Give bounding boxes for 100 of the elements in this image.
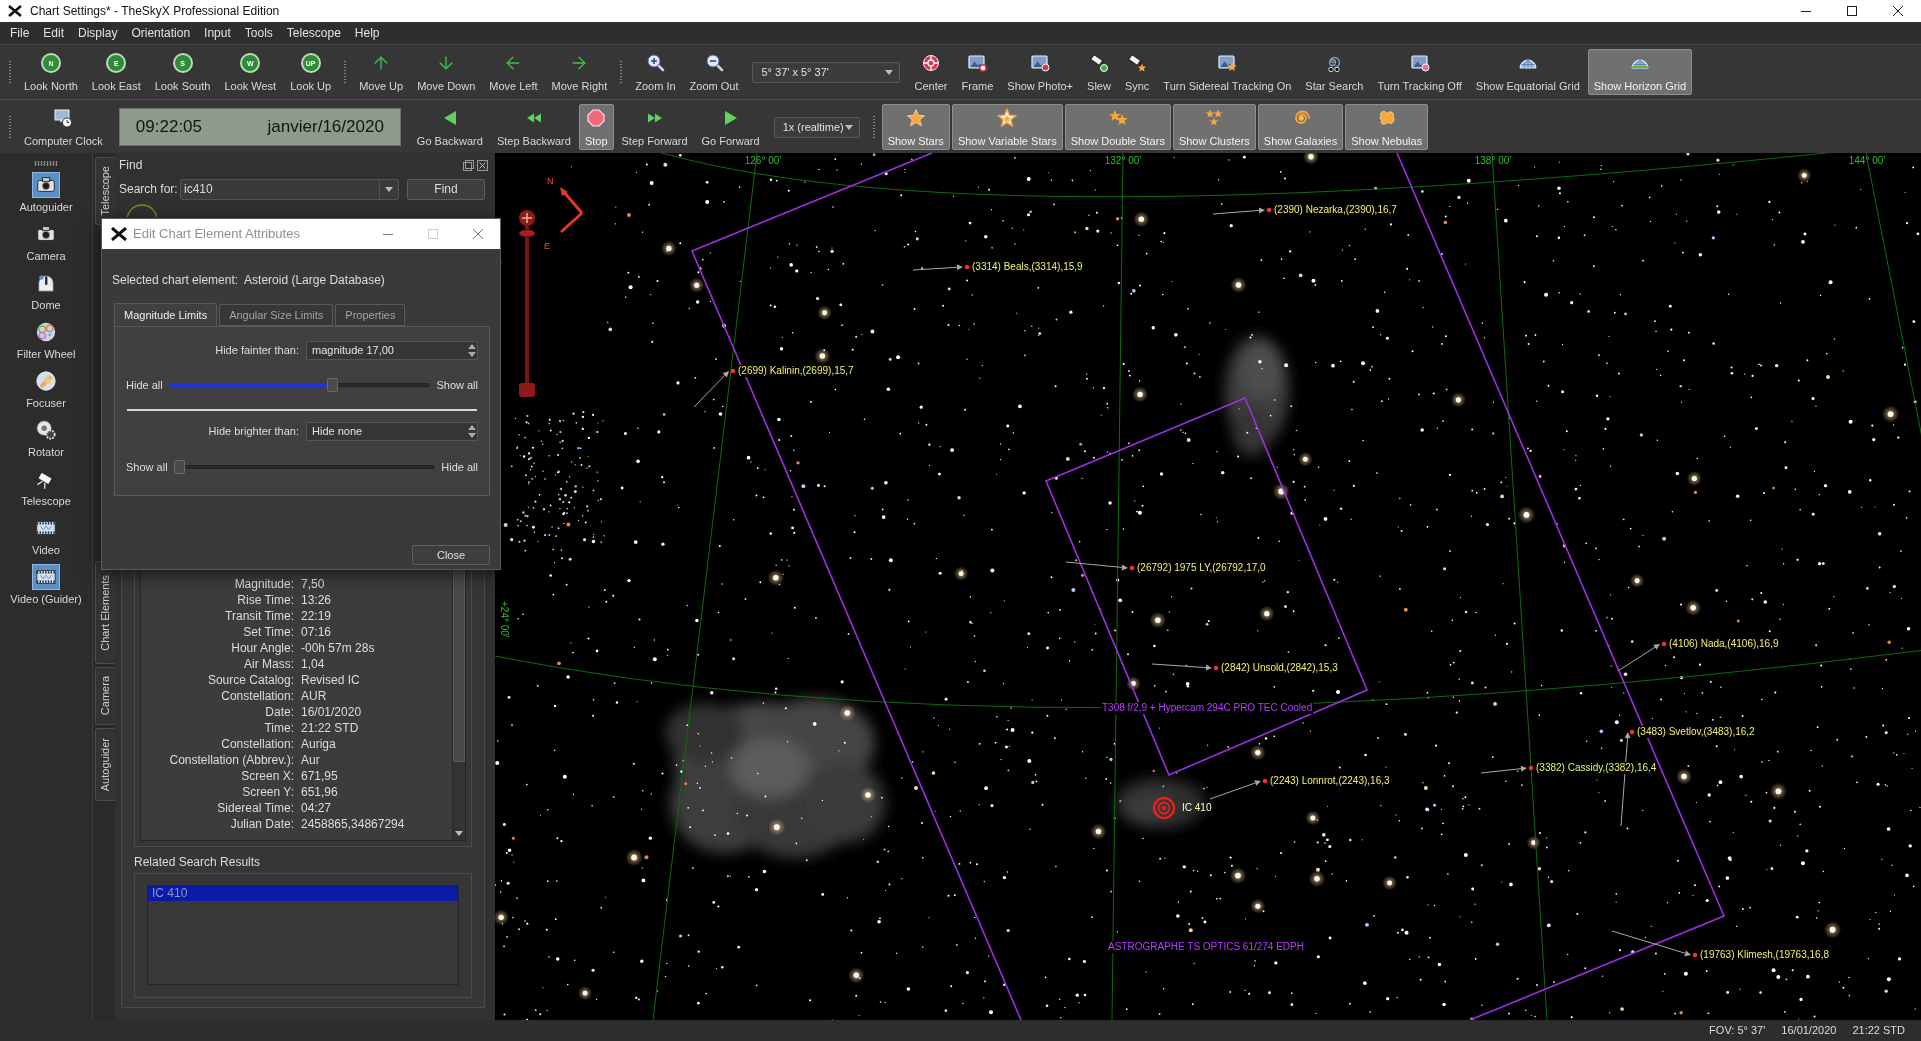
maximize-icon[interactable]	[1847, 6, 1857, 16]
spin-box[interactable]: magnitude 17,00	[306, 340, 478, 360]
menu-item[interactable]: Edit	[36, 24, 72, 42]
device-button[interactable]: Telescope	[0, 462, 92, 511]
toolbar-button[interactable]: Show Stars	[881, 104, 950, 150]
asteroid-dot-icon[interactable]	[1262, 778, 1268, 784]
star-field-drawing[interactable]	[495, 153, 1921, 1020]
motion-arrow	[1480, 765, 1527, 774]
side-tab[interactable]: Telescope	[95, 157, 115, 225]
toolbar-button[interactable]: Turn Sidereal Tracking On	[1157, 49, 1298, 95]
limit-slider[interactable]	[168, 378, 431, 392]
slider-thumb[interactable]	[326, 378, 338, 392]
toolbar-button[interactable]: Sync	[1118, 49, 1156, 95]
toolbar-grip[interactable]	[8, 60, 12, 84]
toolbar-button[interactable]: Zoom Out	[683, 49, 745, 95]
side-tab[interactable]: Autoguider	[95, 728, 115, 801]
toolbar-button[interactable]: Turn Tracking Off	[1371, 49, 1468, 95]
device-button[interactable]: Video	[0, 511, 92, 560]
asteroid-dot-icon[interactable]	[1528, 765, 1534, 771]
menu-item[interactable]: Tools	[237, 24, 280, 42]
toolbar-button[interactable]: Move Right	[545, 49, 614, 95]
asteroid-dot-icon[interactable]	[964, 264, 970, 270]
window-title: Chart Settings* - TheSkyX Professional Edition	[30, 3, 280, 20]
asteroid-dot-icon[interactable]	[1661, 641, 1667, 647]
asteroid-dot-icon[interactable]	[730, 368, 736, 374]
menu-item[interactable]: File	[3, 24, 37, 42]
stop-icon	[586, 108, 607, 128]
close-icon[interactable]	[1893, 6, 1903, 16]
toolbar-button[interactable]: Frame	[955, 49, 1000, 95]
menu-item[interactable]: Display	[71, 24, 125, 42]
device-button[interactable]: Autoguider	[0, 168, 92, 217]
toolbar-button[interactable]: Go Forward	[695, 104, 766, 150]
toolbar-button[interactable]: Show Double Stars	[1064, 104, 1171, 150]
device-button[interactable]: Filter Wheel	[0, 315, 92, 364]
toolbar-button[interactable]: Center	[908, 49, 954, 95]
find-button[interactable]: Find	[407, 178, 485, 200]
toolbar-button[interactable]: Show Nebulas	[1345, 104, 1429, 150]
toolbar-button[interactable]: Go Backward	[410, 104, 489, 150]
picture-icon	[1409, 53, 1430, 73]
asteroid-dot-icon[interactable]	[1213, 665, 1219, 671]
device-button[interactable]: Camera	[0, 217, 92, 266]
detail-value: Aur	[301, 753, 320, 767]
result-item[interactable]: IC 410	[148, 886, 458, 901]
toolbar-grip[interactable]	[8, 115, 12, 139]
side-tab[interactable]: Chart Elements	[95, 561, 115, 664]
toolbar-button[interactable]: Move Up	[353, 49, 410, 95]
menu-item[interactable]: Input	[197, 24, 238, 42]
menu-item[interactable]: Orientation	[124, 24, 198, 42]
toolbar-button[interactable]: Show Photo+	[1001, 49, 1080, 95]
toolbar-button[interactable]: Move Down	[411, 49, 482, 95]
target-marker-icon[interactable]	[1152, 796, 1176, 820]
menu-item[interactable]: Help	[347, 24, 387, 42]
limit-slider[interactable]	[173, 460, 436, 474]
fov-label: ASTROGRAPHE TS OPTICS 61/274 EDPH	[1107, 941, 1305, 953]
toolbar-button[interactable]: Step Forward	[615, 104, 694, 150]
motion-arrow	[693, 371, 729, 408]
toolbar-button[interactable]: Show Clusters	[1172, 104, 1256, 150]
device-button[interactable]: Video (Guider)	[0, 560, 92, 609]
dialog-tab[interactable]: Properties	[335, 304, 406, 326]
panel-grip[interactable]	[34, 161, 58, 166]
compass-label: E	[544, 241, 550, 251]
slider-thumb[interactable]	[518, 229, 536, 238]
asteroid-dot-icon[interactable]	[1266, 207, 1272, 213]
toolbar-button[interactable]: Slew	[1081, 49, 1117, 95]
toolbar-button[interactable]: Step Backward	[490, 104, 577, 150]
vertical-slider[interactable]	[516, 209, 538, 399]
device-button[interactable]: Rotator	[0, 413, 92, 462]
close-icon[interactable]	[477, 159, 488, 171]
asteroid-dot-icon[interactable]	[1692, 952, 1698, 958]
detail-value: Auriga	[301, 737, 336, 751]
search-combobox[interactable]: ic410	[180, 178, 399, 200]
field-label: Hide brighter than:	[207, 423, 299, 439]
toolbar-button[interactable]: Move Left	[483, 49, 544, 95]
dialog-tab[interactable]: Magnitude Limits	[114, 303, 218, 327]
device-button[interactable]: Focuser	[0, 364, 92, 413]
toolbar-button[interactable]: Show Variable Stars	[951, 104, 1063, 150]
slider-thumb[interactable]	[173, 460, 185, 474]
device-button[interactable]: Dome	[0, 266, 92, 315]
grid-label: 126° 00'	[743, 155, 783, 167]
toolbar-button[interactable]: Show Equatorial Grid	[1469, 49, 1586, 95]
float-icon[interactable]	[463, 159, 474, 171]
close-button[interactable]: Close	[412, 545, 490, 565]
toolbar-button[interactable]: Star Search	[1299, 49, 1370, 95]
grid-label: +24° 00'	[498, 601, 510, 638]
menu-item[interactable]: Telescope	[279, 24, 348, 42]
asteroid-dot-icon[interactable]	[1629, 729, 1635, 735]
toolbar-button[interactable]: Show Galaxies	[1257, 104, 1344, 150]
dialog-tab[interactable]: Angular Size Limits	[219, 304, 334, 326]
toolbar-button[interactable]: Show Horizon Grid	[1587, 49, 1693, 95]
toolbar-button[interactable]: Computer Clock	[18, 104, 109, 150]
spin-box[interactable]: Hide none	[306, 421, 478, 441]
side-tab[interactable]: Camera	[95, 667, 115, 725]
asteroid-dot-icon[interactable]	[1129, 565, 1135, 571]
fov-combobox[interactable]: 5° 37' x 5° 37'	[752, 61, 901, 83]
detail-label: Hour Angle:	[230, 641, 294, 655]
grid-label: 144° 00'	[1847, 155, 1887, 167]
toolbar-button[interactable]: Stop	[578, 104, 614, 150]
toolbar-button[interactable]: Zoom In	[629, 49, 682, 95]
panel-title: Find	[119, 157, 143, 174]
speed-combobox[interactable]: 1x (realtime)	[773, 116, 860, 138]
